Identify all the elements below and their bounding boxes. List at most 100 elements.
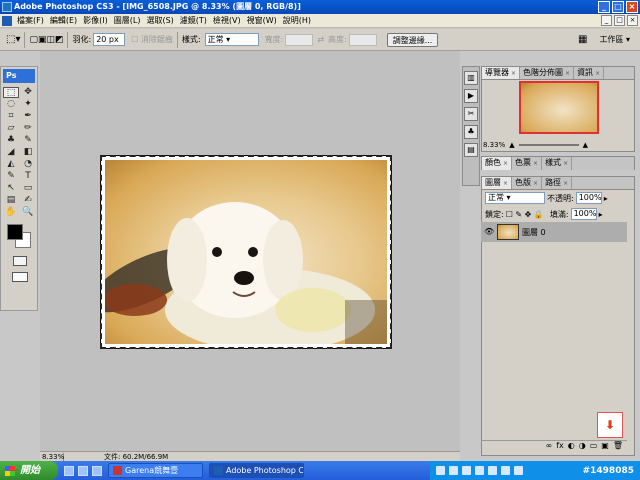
link-layers-icon[interactable]: ∞ xyxy=(546,441,553,452)
download-badge-icon[interactable]: ⬇ xyxy=(597,412,623,438)
lock-icons[interactable]: ☐ ✎ ✥ 🔒 xyxy=(506,210,544,219)
menu-help[interactable]: 說明(H) xyxy=(280,15,314,26)
start-button[interactable]: 開始 xyxy=(0,461,58,480)
menu-file[interactable]: 檔案(F) xyxy=(14,15,47,26)
close-icon[interactable]: × xyxy=(563,180,568,187)
menu-layer[interactable]: 圖層(L) xyxy=(111,15,144,26)
new-layer-icon[interactable]: ▣ xyxy=(601,441,609,452)
tab-navigator[interactable]: 導覽器 × xyxy=(482,67,521,79)
tab-info[interactable]: 資訊 × xyxy=(574,67,605,79)
clone-stamp-icon[interactable]: ♣ xyxy=(3,135,19,146)
tab-styles[interactable]: 樣式 × xyxy=(542,157,573,170)
close-icon[interactable]: × xyxy=(503,180,508,187)
blend-mode-select[interactable]: 正常 ▾ xyxy=(485,192,545,204)
brushes-panel-icon[interactable]: ▥ xyxy=(464,71,478,85)
task-garena[interactable]: Garena競舞壹 xyxy=(108,463,203,478)
clone-source-icon[interactable]: ♣ xyxy=(464,125,478,139)
history-brush-icon[interactable]: ✎ xyxy=(20,135,36,146)
tab-color[interactable]: 顏色 × xyxy=(482,157,513,170)
shape-tool-icon[interactable]: ▭ xyxy=(20,183,36,194)
type-tool-icon[interactable]: T xyxy=(20,171,36,182)
close-icon[interactable]: × xyxy=(511,70,516,77)
opacity-input[interactable]: 100% xyxy=(575,192,602,204)
workspace-menu[interactable]: 工作區 ▾ xyxy=(599,34,630,45)
fill-dropdown-icon[interactable]: ▸ xyxy=(599,210,603,219)
menu-view[interactable]: 檢視(V) xyxy=(210,15,244,26)
show-desktop-icon[interactable] xyxy=(92,465,102,476)
tab-histogram[interactable]: 色階分佈圖 × xyxy=(520,67,575,79)
task-photoshop[interactable]: Adobe Photoshop CS... xyxy=(209,463,304,478)
actions-panel-icon[interactable]: ▶ xyxy=(464,89,478,103)
maximize-button[interactable]: □ xyxy=(612,1,624,13)
crop-tool-icon[interactable]: ⌗ xyxy=(3,111,19,122)
tab-layers[interactable]: 圖層 × xyxy=(482,177,513,189)
layer-comps-icon[interactable]: ▤ xyxy=(464,143,478,157)
close-icon[interactable]: × xyxy=(595,70,600,77)
gradient-tool-icon[interactable]: ◧ xyxy=(20,147,36,158)
close-icon[interactable]: × xyxy=(565,70,570,77)
close-icon[interactable]: × xyxy=(563,160,568,167)
close-icon[interactable]: × xyxy=(533,160,538,167)
height-input[interactable] xyxy=(348,33,377,46)
zoom-tool-icon[interactable]: 🔍 xyxy=(20,207,36,218)
healing-brush-icon[interactable]: ▱ xyxy=(3,123,19,134)
zoom-readout[interactable]: 8.33% xyxy=(40,452,64,461)
volume-icon[interactable] xyxy=(449,466,458,475)
tool-presets-icon[interactable]: ✂ xyxy=(464,107,478,121)
fill-input[interactable]: 100% xyxy=(570,208,597,220)
marquee-tool-preset-icon[interactable]: ⬚▾ xyxy=(6,34,20,45)
trash-icon[interactable]: 🗑 xyxy=(613,441,623,452)
tab-swatches[interactable]: 色票 × xyxy=(512,157,543,170)
screen-mode-icon[interactable] xyxy=(12,272,28,282)
style-select[interactable]: 正常 ▾ xyxy=(204,33,259,46)
menu-filter[interactable]: 濾鏡(T) xyxy=(177,15,210,26)
browser-icon[interactable] xyxy=(64,465,74,476)
minimize-button[interactable]: _ xyxy=(598,1,610,13)
foreground-color-swatch[interactable] xyxy=(7,224,23,240)
messenger-icon[interactable] xyxy=(475,466,484,475)
zoom-in-icon[interactable]: ▲ xyxy=(583,141,588,149)
eyedropper-icon[interactable]: ✒ xyxy=(20,111,36,122)
move-tool-icon[interactable]: ✥ xyxy=(20,87,36,98)
opacity-dropdown-icon[interactable]: ▸ xyxy=(604,194,608,203)
adjustment-layer-icon[interactable]: ◑ xyxy=(579,441,586,452)
layer-mask-icon[interactable]: ◐ xyxy=(568,441,575,452)
menu-image[interactable]: 影像(I) xyxy=(80,15,111,26)
layer-name[interactable]: 圖層 0 xyxy=(522,227,546,238)
magic-wand-icon[interactable]: ✦ xyxy=(20,99,36,110)
pen-tool-icon[interactable]: ✎ xyxy=(3,171,19,182)
visibility-eye-icon[interactable]: 👁 xyxy=(484,227,494,237)
network-icon[interactable] xyxy=(436,466,445,475)
navigator-zoom-slider[interactable] xyxy=(518,144,579,146)
security-icon[interactable] xyxy=(462,466,471,475)
new-group-icon[interactable]: ▭ xyxy=(590,441,598,452)
brush-tool-icon[interactable]: ✏ xyxy=(20,123,36,134)
media-player-icon[interactable] xyxy=(78,465,88,476)
lasso-tool-icon[interactable]: ◌ xyxy=(3,99,19,110)
tab-paths[interactable]: 路徑 × xyxy=(542,177,573,189)
width-input[interactable] xyxy=(285,33,314,46)
feather-input[interactable]: 20 px xyxy=(93,33,126,46)
dodge-tool-icon[interactable]: ◔ xyxy=(20,159,36,170)
color-sampler-icon[interactable]: ✍ xyxy=(20,195,36,206)
menu-edit[interactable]: 編輯(E) xyxy=(47,15,80,26)
antialias-checkbox[interactable]: ☐ 消除鋸齒 xyxy=(131,34,173,45)
notes-tool-icon[interactable]: ▤ xyxy=(3,195,19,206)
update-icon[interactable] xyxy=(488,466,497,475)
close-button[interactable]: × xyxy=(626,1,638,13)
tray-app-icon[interactable] xyxy=(501,466,510,475)
layer-row[interactable]: 👁 圖層 0 xyxy=(481,222,627,242)
tray-app-icon[interactable] xyxy=(514,466,523,475)
doc-minimize-button[interactable]: _ xyxy=(601,15,612,26)
quick-mask-icon[interactable] xyxy=(13,256,27,266)
blur-tool-icon[interactable]: ◭ xyxy=(3,159,19,170)
doc-restore-button[interactable]: □ xyxy=(614,15,625,26)
marquee-tool-icon[interactable]: ⬚ xyxy=(3,87,19,98)
refine-edge-button[interactable]: 調整邊緣... xyxy=(386,32,439,47)
menu-select[interactable]: 選取(S) xyxy=(143,15,176,26)
path-select-icon[interactable]: ↖ xyxy=(3,183,19,194)
menu-window[interactable]: 視窗(W) xyxy=(244,15,280,26)
bridge-icon[interactable]: ▦ xyxy=(578,34,587,45)
swap-icon[interactable]: ⇄ xyxy=(317,35,324,44)
layer-style-icon[interactable]: fx xyxy=(556,441,564,452)
